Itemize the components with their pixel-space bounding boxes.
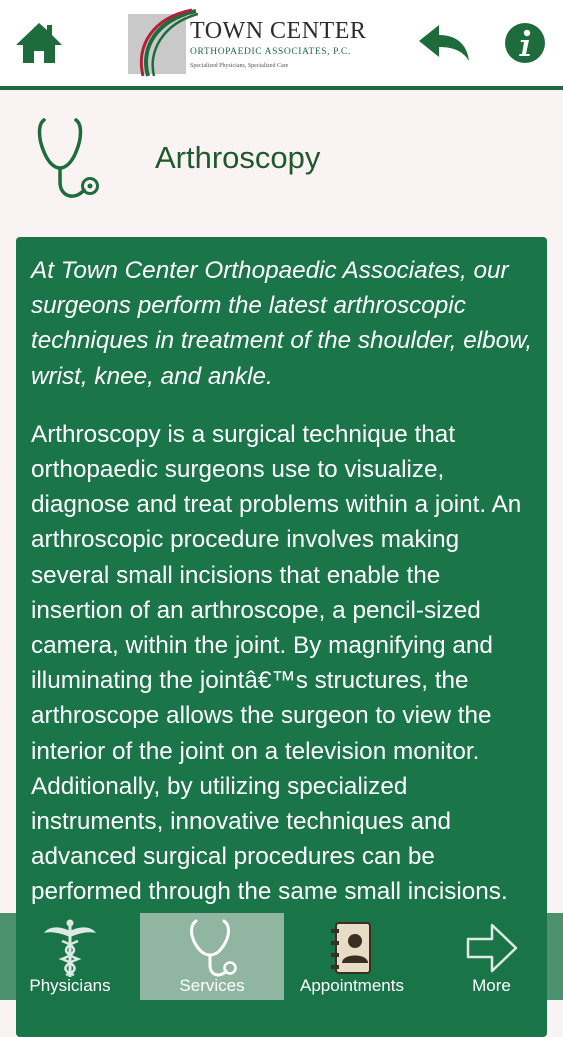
home-icon bbox=[16, 23, 62, 63]
tab-label: More bbox=[472, 976, 511, 995]
logo-subtitle: ORTHOPAEDIC ASSOCIATES, P.C. bbox=[190, 47, 351, 57]
stethoscope-icon bbox=[37, 118, 99, 198]
logo: TOWN CENTER ORTHOPAEDIC ASSOCIATES, P.C.… bbox=[126, 8, 366, 80]
home-button[interactable] bbox=[12, 18, 66, 68]
tab-label: Appointments bbox=[300, 976, 404, 995]
body-paragraph: Arthroscopy is a surgical technique that… bbox=[31, 420, 522, 906]
tab-appointments[interactable]: Appointments bbox=[284, 913, 420, 1000]
back-arrow-icon bbox=[419, 25, 469, 61]
caduceus-icon bbox=[44, 919, 96, 977]
logo-tagline: Specialized Physicians, Specialized Care bbox=[190, 63, 289, 69]
logo-title: TOWN CENTER bbox=[190, 18, 367, 44]
tab-bar: Physicians Services Appointments More bbox=[0, 913, 563, 1000]
logo-swoosh-icon bbox=[128, 8, 198, 77]
tab-more[interactable]: More bbox=[420, 913, 563, 1000]
arrow-right-icon bbox=[466, 923, 517, 973]
info-icon bbox=[505, 23, 545, 63]
back-button[interactable] bbox=[414, 18, 474, 68]
tab-label: Physicians bbox=[29, 976, 111, 995]
tab-physicians[interactable]: Physicians bbox=[0, 913, 140, 1000]
page-title: Arthroscopy bbox=[155, 140, 321, 175]
tab-label: Services bbox=[179, 976, 245, 995]
header-divider bbox=[0, 86, 563, 90]
tab-services[interactable]: Services bbox=[140, 913, 284, 1000]
stethoscope-icon bbox=[190, 919, 237, 977]
intro-paragraph: At Town Center Orthopaedic Associates, o… bbox=[31, 257, 533, 390]
app-header: TOWN CENTER ORTHOPAEDIC ASSOCIATES, P.C.… bbox=[0, 0, 563, 86]
info-button[interactable] bbox=[502, 20, 548, 66]
address-book-icon bbox=[331, 922, 371, 974]
